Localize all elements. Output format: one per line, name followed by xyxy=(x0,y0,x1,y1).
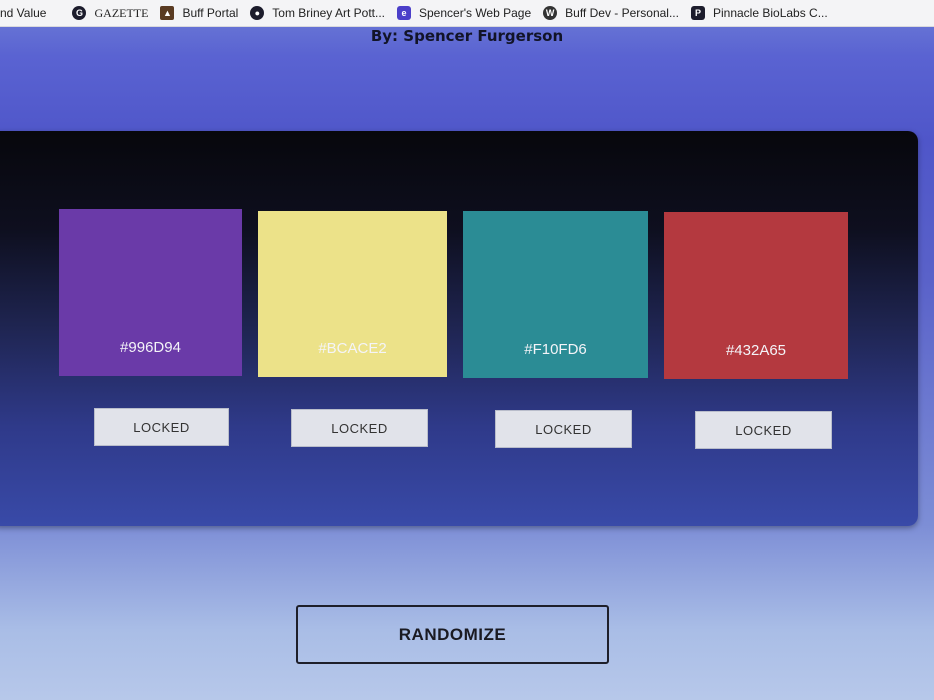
byline: By: Spencer Furgerson xyxy=(370,27,564,45)
bookmark-gazette[interactable]: G GAZETTE xyxy=(72,6,160,21)
bookmark-pinnacle[interactable]: P Pinnacle BioLabs C... xyxy=(690,6,840,20)
swatch-hex-label: #BCACE2 xyxy=(318,340,387,357)
bookmark-label: nd Value xyxy=(0,6,47,20)
bookmark-label: Buff Portal xyxy=(182,6,239,20)
bookmark-tom-briney[interactable]: ● Tom Briney Art Pott... xyxy=(250,6,397,20)
bookmark-buff-portal[interactable]: ▲ Buff Portal xyxy=(160,6,250,20)
lock-button-3[interactable]: LOCKED xyxy=(495,410,632,448)
randomize-button[interactable]: RANDOMIZE xyxy=(296,605,609,664)
swatch-hex-label: #432A65 xyxy=(725,342,787,359)
gazette-icon: G xyxy=(72,6,87,20)
bookmark-value[interactable]: nd Value xyxy=(0,6,58,20)
color-swatch-3[interactable]: #F10FD6 xyxy=(463,211,648,378)
lock-button-2[interactable]: LOCKED xyxy=(291,409,428,447)
bookmark-buff-dev[interactable]: W Buff Dev - Personal... xyxy=(543,6,691,20)
bookmark-label: Spencer's Web Page xyxy=(419,6,532,20)
buffalo-icon: ▲ xyxy=(160,6,175,20)
bookmark-label: Pinnacle BioLabs C... xyxy=(712,6,828,20)
swatch-hex-label: #F10FD6 xyxy=(524,341,587,358)
lock-button-1[interactable]: LOCKED xyxy=(94,408,229,446)
bookmark-label: GAZETTE xyxy=(94,5,149,20)
wordpress-icon: W xyxy=(543,6,558,20)
color-swatch-2[interactable]: #BCACE2 xyxy=(258,211,447,377)
color-swatch-1[interactable]: #996D94 xyxy=(59,209,242,376)
globe-icon: ● xyxy=(250,6,265,20)
lock-button-4[interactable]: LOCKED xyxy=(695,411,832,449)
bookmarks-bar: nd Value G GAZETTE ▲ Buff Portal ● Tom B… xyxy=(0,0,934,27)
p-icon: P xyxy=(690,6,705,20)
site-icon: e xyxy=(397,6,411,20)
bookmark-spencers-web-page[interactable]: e Spencer's Web Page xyxy=(397,6,543,20)
bookmark-label: Tom Briney Art Pott... xyxy=(272,6,385,20)
color-swatch-4[interactable]: #432A65 xyxy=(664,212,848,379)
bookmark-label: Buff Dev - Personal... xyxy=(565,6,679,20)
swatch-hex-label: #996D94 xyxy=(120,339,181,356)
